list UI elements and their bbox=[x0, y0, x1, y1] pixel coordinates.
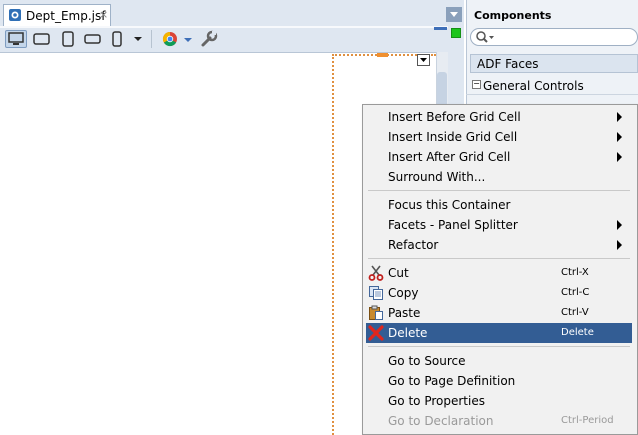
dropdown-icon bbox=[134, 37, 142, 41]
menu-item-shortcut: Ctrl-X bbox=[561, 267, 589, 278]
menu-item-go-to-properties[interactable]: Go to Properties bbox=[366, 391, 632, 411]
menu-item-paste[interactable]: Paste Ctrl-V bbox=[366, 303, 632, 323]
splitter-handle[interactable] bbox=[377, 53, 388, 57]
menu-separator bbox=[368, 258, 630, 259]
menu-item-delete[interactable]: Delete Delete bbox=[366, 323, 632, 343]
browser-dropdown-button[interactable] bbox=[181, 30, 195, 48]
selected-container-border bbox=[332, 54, 334, 435]
phone-portrait-icon bbox=[112, 31, 122, 47]
menu-item-go-to-source[interactable]: Go to Source bbox=[366, 351, 632, 371]
menu-item-label: Cut bbox=[388, 266, 409, 280]
toolbar-separator bbox=[151, 30, 152, 48]
menu-item-label: Delete bbox=[388, 326, 428, 340]
chrome-browser-icon bbox=[162, 31, 177, 47]
section-label: General Controls bbox=[483, 79, 584, 93]
menu-item-label: Go to Properties bbox=[388, 394, 485, 408]
collapse-toggle-icon[interactable]: − bbox=[472, 80, 481, 89]
tab-divider bbox=[0, 26, 464, 28]
menu-item-focus-this-container[interactable]: Focus this Container bbox=[366, 195, 632, 215]
scissors-icon bbox=[368, 265, 384, 281]
desktop-view-icon bbox=[8, 32, 24, 45]
tablet-landscape-icon bbox=[33, 33, 50, 45]
copy-icon bbox=[369, 286, 383, 300]
library-dropdown[interactable]: ADF Faces bbox=[470, 54, 638, 73]
editor-marker bbox=[434, 27, 447, 30]
menu-item-label: Focus this Container bbox=[388, 198, 511, 212]
menu-item-insert-before-grid-cell[interactable]: Insert Before Grid Cell bbox=[366, 107, 632, 127]
menu-item-insert-inside-grid-cell[interactable]: Insert Inside Grid Cell bbox=[366, 127, 632, 147]
tablet-portrait-icon bbox=[62, 31, 74, 47]
menu-item-label: Insert Before Grid Cell bbox=[388, 110, 521, 124]
facet-menu-button[interactable] bbox=[417, 54, 430, 66]
submenu-arrow-icon bbox=[617, 112, 622, 122]
tablet-landscape-button[interactable] bbox=[31, 30, 53, 48]
browser-preview-button[interactable] bbox=[160, 30, 182, 48]
submenu-arrow-icon bbox=[617, 152, 622, 162]
menu-item-label: Go to Declaration bbox=[388, 414, 494, 428]
components-panel-title: Components bbox=[474, 9, 552, 22]
section-divider bbox=[466, 94, 638, 95]
menu-item-shortcut: Ctrl-C bbox=[561, 287, 590, 298]
wrench-icon bbox=[201, 30, 218, 47]
menu-item-label: Paste bbox=[388, 306, 421, 320]
menu-item-shortcut: Ctrl-V bbox=[561, 307, 589, 318]
menu-item-go-to-page-definition[interactable]: Go to Page Definition bbox=[366, 371, 632, 391]
phone-landscape-button[interactable] bbox=[82, 30, 104, 48]
device-dropdown-button[interactable] bbox=[129, 30, 147, 48]
menu-item-label: Copy bbox=[388, 286, 419, 300]
menu-separator bbox=[368, 346, 630, 347]
paste-icon bbox=[369, 305, 383, 320]
library-dropdown-value: ADF Faces bbox=[477, 57, 539, 71]
tablet-portrait-button[interactable] bbox=[57, 30, 79, 48]
jsf-file-icon bbox=[9, 9, 21, 21]
submenu-arrow-icon bbox=[617, 220, 622, 230]
menu-item-label: Refactor bbox=[388, 238, 439, 252]
submenu-arrow-icon bbox=[617, 240, 622, 250]
status-ok-indicator bbox=[451, 28, 461, 38]
menu-separator bbox=[368, 190, 630, 191]
menu-item-label: Surround With... bbox=[388, 170, 486, 184]
phone-portrait-button[interactable] bbox=[106, 30, 128, 48]
menu-item-refactor[interactable]: Refactor bbox=[366, 235, 632, 255]
menu-item-go-to-declaration: Go to Declaration Ctrl-Period bbox=[366, 411, 632, 431]
document-tab-title: Dept_Emp.jsf bbox=[26, 9, 106, 23]
delete-icon bbox=[368, 325, 384, 341]
dropdown-icon bbox=[184, 38, 192, 42]
menu-item-cut[interactable]: Cut Ctrl-X bbox=[366, 263, 632, 283]
component-search-input[interactable] bbox=[470, 28, 638, 46]
menu-item-insert-after-grid-cell[interactable]: Insert After Grid Cell bbox=[366, 147, 632, 167]
menu-item-copy[interactable]: Copy Ctrl-C bbox=[366, 283, 632, 303]
desktop-view-button[interactable] bbox=[5, 30, 27, 48]
menu-item-label: Insert After Grid Cell bbox=[388, 150, 511, 164]
menu-item-label: Insert Inside Grid Cell bbox=[388, 130, 518, 144]
phone-landscape-icon bbox=[84, 34, 101, 44]
dropdown-icon bbox=[420, 58, 427, 62]
menu-item-label: Go to Source bbox=[388, 354, 466, 368]
menu-item-surround-with[interactable]: Surround With... bbox=[366, 167, 632, 187]
menu-item-label: Go to Page Definition bbox=[388, 374, 516, 388]
search-icon bbox=[476, 31, 494, 43]
menu-item-shortcut: Delete bbox=[561, 327, 594, 338]
chevron-down-icon bbox=[450, 12, 458, 17]
menu-item-facets-panel-splitter[interactable]: Facets - Panel Splitter bbox=[366, 215, 632, 235]
menu-item-shortcut: Ctrl-Period bbox=[561, 415, 614, 426]
document-tab[interactable]: Dept_Emp.jsf × bbox=[3, 4, 111, 26]
settings-button[interactable] bbox=[199, 30, 221, 48]
menu-item-label: Facets - Panel Splitter bbox=[388, 218, 518, 232]
close-tab-icon[interactable]: × bbox=[99, 8, 108, 21]
general-controls-section[interactable]: − General Controls bbox=[470, 78, 638, 94]
collapse-panel-button[interactable] bbox=[446, 7, 462, 22]
submenu-arrow-icon bbox=[617, 132, 622, 142]
